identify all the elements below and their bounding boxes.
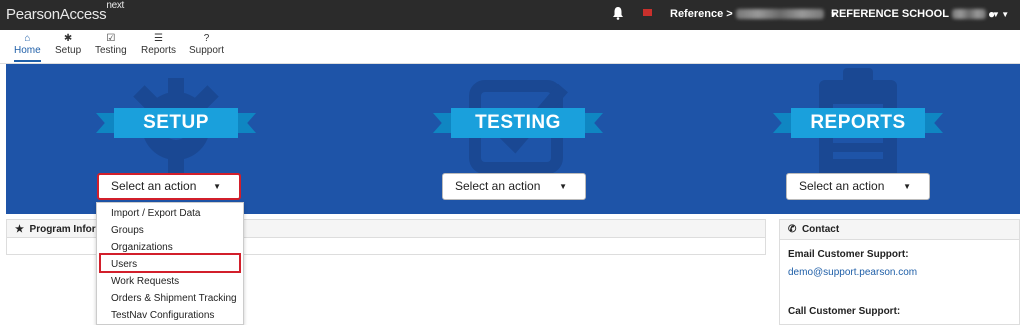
star-icon: ★ — [15, 224, 24, 235]
support-email-link[interactable]: demo@support.pearson.com — [788, 267, 917, 278]
app-logo[interactable]: PearsonAccessnext — [6, 0, 124, 23]
flag-icon[interactable] — [643, 9, 652, 16]
email-support-heading: Email Customer Support: — [788, 249, 909, 260]
reports-icon: ☰ — [154, 33, 163, 44]
caret-down-icon: ▼ — [559, 182, 567, 191]
menu-item-work-requests[interactable]: Work Requests — [111, 276, 179, 287]
nav-home[interactable]: ⌂ Home — [14, 33, 41, 62]
reports-ribbon: REPORTS — [773, 108, 943, 138]
menu-item-testnav-config[interactable]: TestNav Configurations — [111, 310, 214, 321]
nav-support-label: Support — [189, 45, 225, 56]
setup-action-menu: Import / Export Data Groups Organization… — [96, 202, 244, 325]
caret-down-icon: ▼ — [213, 182, 221, 191]
contact-title: Contact — [801, 224, 840, 235]
nav-reports-label: Reports — [141, 45, 177, 56]
main-nav: ⌂ Home ✱ Setup ☑ Testing ☰ Reports ? Support — [0, 30, 1020, 64]
checkbox-icon: ☑ — [106, 33, 116, 44]
school-dropdown[interactable]: REFERENCE SCHOOL ▼ — [831, 8, 1000, 20]
testing-ribbon: TESTING — [433, 108, 603, 138]
home-icon: ⌂ — [24, 33, 31, 44]
setup-ribbon: SETUP — [96, 108, 256, 138]
contact-header: ✆ Contact — [780, 220, 1019, 240]
school-label: REFERENCE SCHOOL — [831, 8, 949, 20]
bell-icon[interactable] — [612, 6, 624, 20]
menu-item-users[interactable]: Users — [111, 259, 137, 270]
user-icon: ● — [988, 7, 996, 21]
reference-dropdown[interactable]: Reference > ▼ — [670, 8, 838, 20]
user-menu[interactable]: ● ▼ — [988, 7, 1009, 21]
setup-title: SETUP — [114, 108, 238, 138]
testing-action-select[interactable]: Select an action ▼ — [442, 173, 586, 200]
menu-item-import-export[interactable]: Import / Export Data — [111, 208, 200, 219]
contact-panel: ✆ Contact Email Customer Support: demo@s… — [779, 219, 1020, 325]
setup-select-label: Select an action — [111, 179, 197, 193]
menu-item-organizations[interactable]: Organizations — [111, 242, 173, 253]
reference-label: Reference > — [670, 8, 733, 20]
question-icon: ? — [203, 33, 210, 44]
nav-setup[interactable]: ✱ Setup — [55, 33, 81, 56]
nav-testing[interactable]: ☑ Testing — [95, 33, 127, 56]
caret-down-icon: ▼ — [903, 182, 911, 191]
nav-support[interactable]: ? Support — [189, 33, 224, 56]
menu-item-orders-shipment[interactable]: Orders & Shipment Tracking — [111, 293, 237, 304]
program-panel-title: Program Inform — [29, 224, 105, 235]
phone-icon: ✆ — [788, 224, 797, 235]
logo-text: PearsonAccess — [6, 6, 107, 23]
chevron-down-icon: ▼ — [1001, 10, 1010, 20]
redacted-reference — [735, 9, 824, 20]
nav-home-label: Home — [14, 45, 41, 56]
nav-testing-label: Testing — [95, 45, 127, 56]
reports-select-label: Select an action — [799, 179, 885, 193]
redacted-school — [951, 9, 986, 20]
hero-banner: SETUP Select an action ▼ TESTING Select a… — [6, 64, 1020, 214]
setup-action-select[interactable]: Select an action ▼ — [97, 173, 241, 200]
nav-reports[interactable]: ☰ Reports — [141, 33, 176, 56]
gear-icon: ✱ — [63, 33, 73, 44]
call-support-heading: Call Customer Support: — [788, 306, 901, 317]
logo-superscript: next — [106, 0, 125, 11]
nav-setup-label: Setup — [55, 45, 82, 56]
reports-action-select[interactable]: Select an action ▼ — [786, 173, 930, 200]
top-bar: PearsonAccessnext Reference > ▼ REFERENC… — [0, 0, 1020, 30]
menu-item-groups[interactable]: Groups — [111, 225, 144, 236]
testing-title: TESTING — [451, 108, 585, 138]
testing-select-label: Select an action — [455, 179, 541, 193]
reports-title: REPORTS — [791, 108, 925, 138]
